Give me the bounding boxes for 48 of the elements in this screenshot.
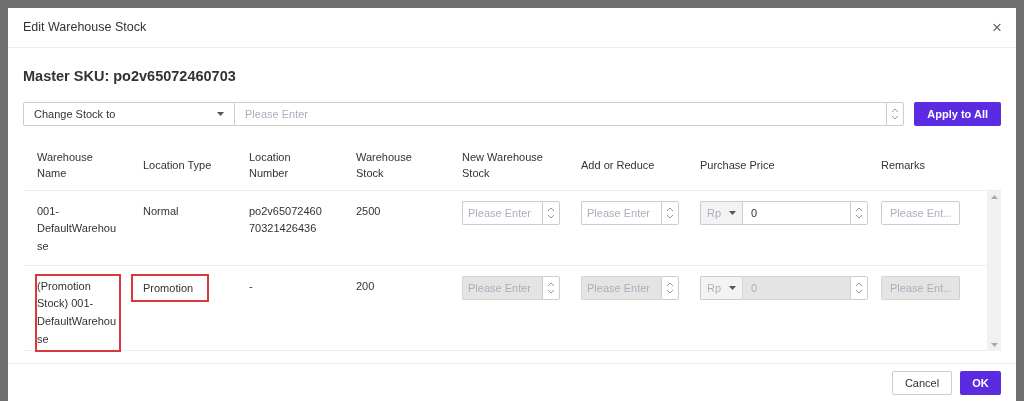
table-cell-text: 001-DefaultWarehouse: [37, 203, 118, 254]
column-header: Add or Reduce: [581, 158, 655, 173]
table-cell: (Promotion Stock) 001-DefaultWarehouse: [37, 275, 119, 351]
column-header: Remarks: [881, 158, 925, 173]
spinner-button[interactable]: [661, 275, 679, 300]
ok-button[interactable]: OK: [960, 371, 1001, 395]
spinner-icon: [547, 280, 555, 295]
master-sku-heading: Master SKU: po2v65072460703: [23, 67, 237, 86]
column-header: Location Type: [143, 158, 212, 173]
stock-input[interactable]: Please Enter: [235, 101, 887, 126]
spinner-button[interactable]: [661, 200, 679, 225]
number-field[interactable]: Please Enter: [581, 200, 661, 225]
table-cell-text: -: [249, 278, 254, 294]
caret-icon: [217, 111, 224, 116]
spinner-icon: [855, 205, 863, 220]
caret-icon: [729, 210, 737, 215]
scroll-up-icon: [990, 194, 998, 199]
dialog-title: Edit Warehouse Stock: [23, 19, 147, 37]
spinner-button[interactable]: [886, 101, 905, 126]
column-header: Purchase Price: [700, 158, 775, 173]
table-cell-text: 2500: [356, 203, 381, 219]
spinner-icon: [855, 280, 863, 295]
mode-dropdown[interactable]: Change Stock to: [23, 101, 235, 126]
table-cell-text: po2v6507246070321426436: [249, 203, 323, 237]
spinner-icon: [891, 106, 900, 121]
cancel-button[interactable]: Cancel: [892, 371, 952, 395]
remarks-field[interactable]: Please Ent...: [881, 200, 960, 225]
close-button[interactable]: ×: [992, 19, 1002, 36]
number-field[interactable]: Please Enter: [462, 200, 542, 225]
column-header: Warehouse Name: [37, 149, 94, 182]
scroll-down-icon: [990, 343, 998, 348]
caret-icon: [729, 285, 737, 290]
price-field[interactable]: 0: [742, 200, 850, 225]
spinner-button[interactable]: [850, 200, 868, 225]
spinner-button[interactable]: [542, 275, 560, 300]
table-cell-text: 200: [356, 278, 375, 294]
apply-to-all-button[interactable]: Apply to All: [914, 101, 1001, 126]
table-cell: Promotion: [133, 275, 208, 301]
table-cell-text: Normal: [143, 203, 179, 219]
column-header: Warehouse Stock: [356, 149, 413, 182]
spinner-icon: [547, 205, 555, 220]
spinner-icon: [666, 205, 674, 220]
scrollbar[interactable]: [987, 190, 1001, 352]
spinner-button[interactable]: [850, 275, 868, 300]
column-header: Location Number: [249, 149, 292, 182]
spinner-button[interactable]: [542, 200, 560, 225]
column-header: New Warehouse Stock: [462, 149, 544, 182]
spinner-icon: [666, 280, 674, 295]
